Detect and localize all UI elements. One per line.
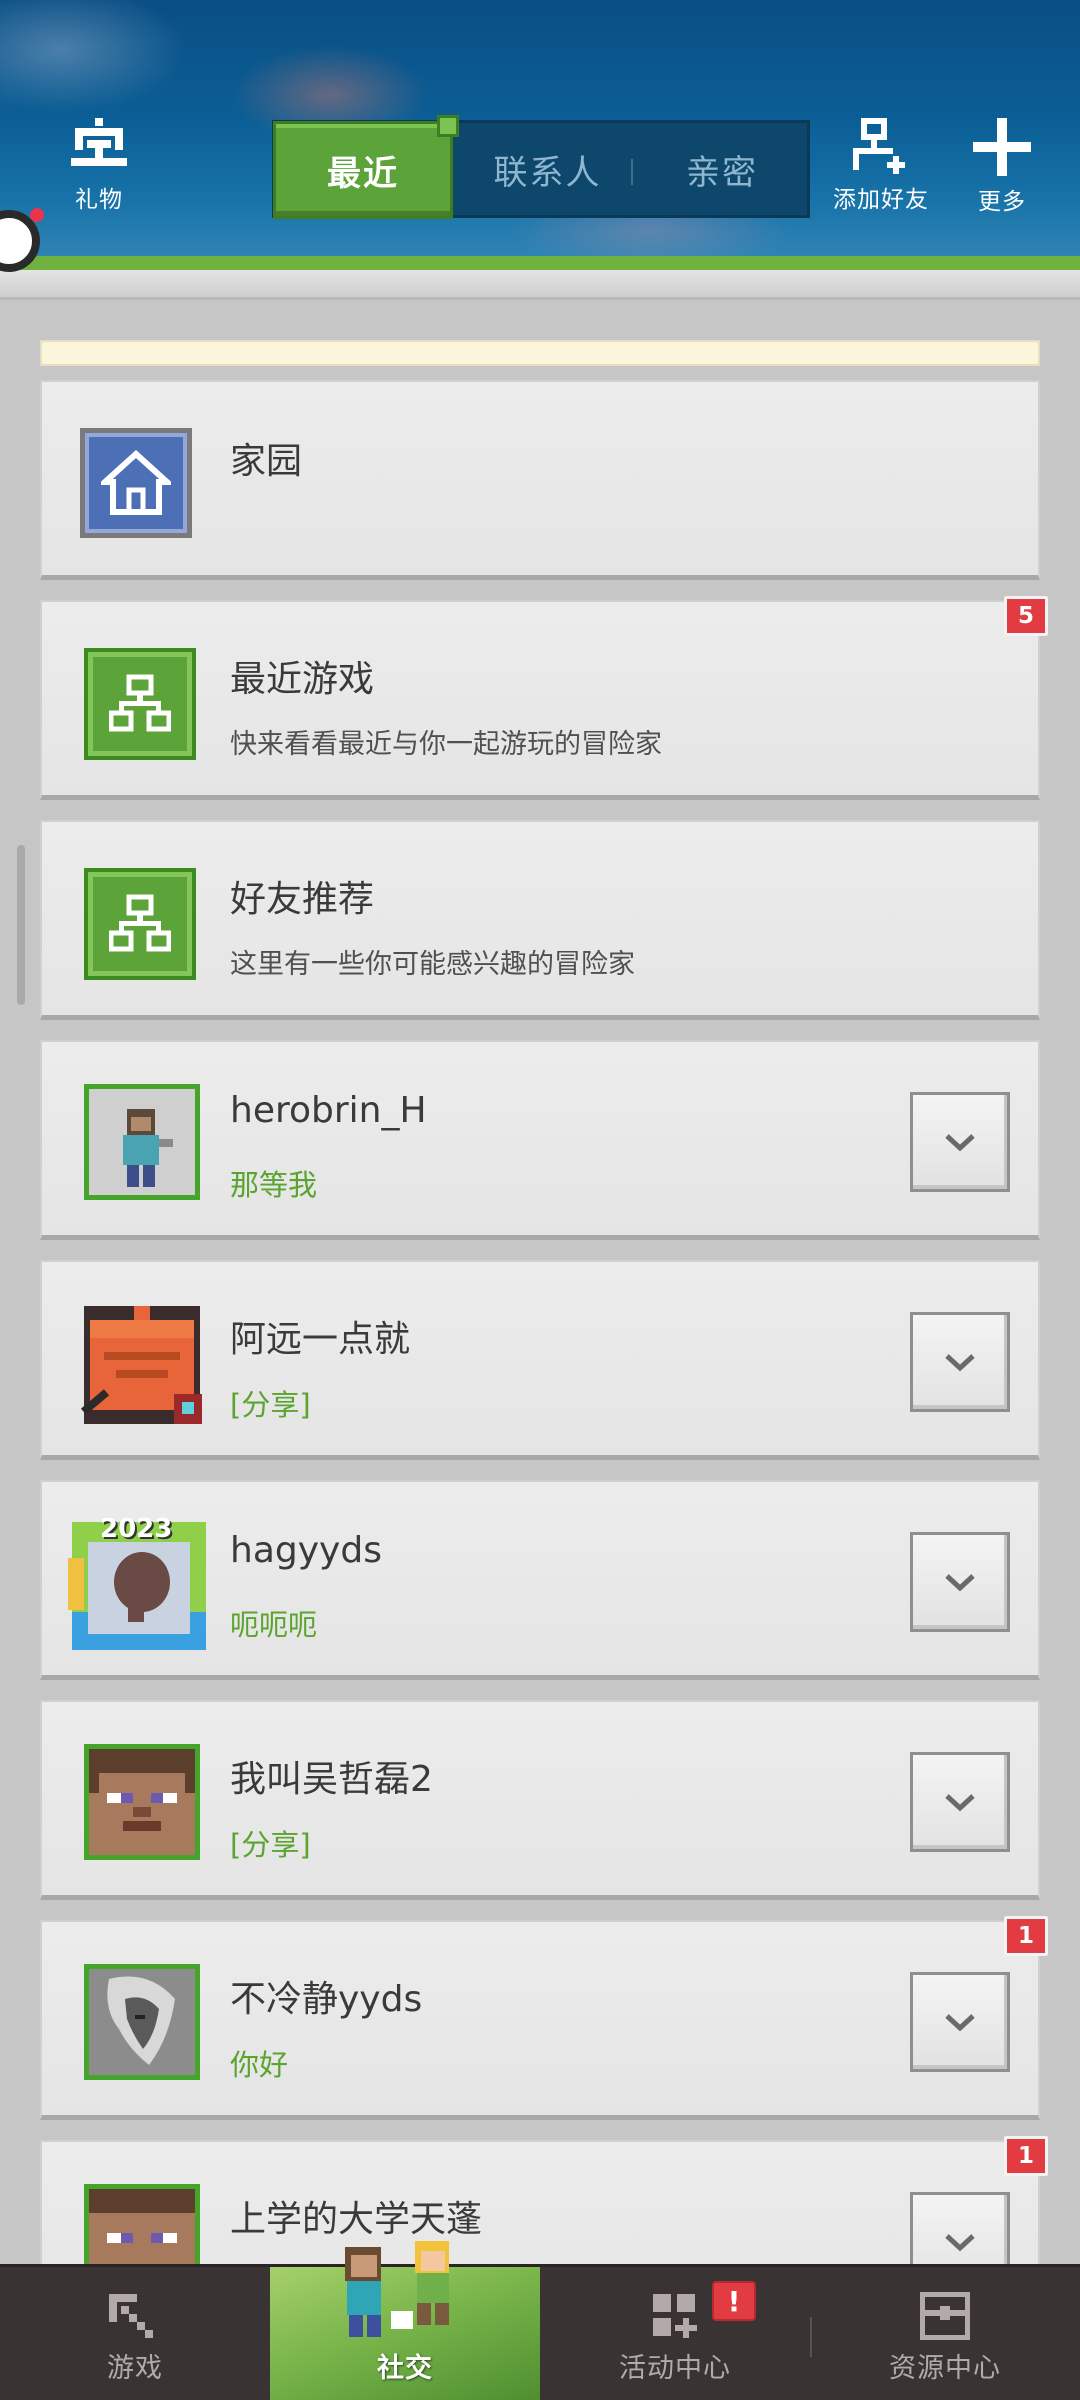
nav-social[interactable]: 社交 — [270, 2241, 540, 2400]
notice-bar[interactable] — [40, 340, 1040, 366]
bottom-navigation: 游戏 社交 活动中心 ! 资源中心 — [0, 2241, 1080, 2400]
friend-name: herobrin_H — [230, 1090, 427, 1131]
nav-social-label: 社交 — [377, 2353, 433, 2384]
tab-recent-label: 最近 — [327, 153, 399, 194]
more-button[interactable]: 更多 — [960, 118, 1044, 216]
tab-divider — [631, 159, 633, 185]
friend-name: 阿远一点就 — [230, 1319, 411, 1360]
add-friend-button[interactable]: 添加好友 — [826, 118, 936, 214]
pickaxe-icon — [109, 2294, 153, 2338]
friend-recommend-subtitle: 这里有一些你可能感兴趣的冒险家 — [230, 949, 635, 980]
nav-game-label: 游戏 — [107, 2353, 163, 2384]
notification-dot — [30, 208, 44, 222]
gift-label: 礼物 — [75, 187, 123, 213]
header-gray-strip — [0, 270, 1080, 300]
friend-recommend-title: 好友推荐 — [230, 879, 375, 920]
tab-recent[interactable]: 最近 — [273, 121, 453, 219]
chevron-down-icon — [945, 2014, 975, 2032]
unread-badge: 5 — [1004, 596, 1048, 636]
recent-games-entry[interactable]: 最近游戏 快来看看最近与你一起游玩的冒险家 5 — [40, 596, 1048, 800]
friend-last-message: 那等我 — [230, 1168, 318, 1202]
avatar-frame-year: 2023 — [100, 1514, 173, 1544]
tab-contacts-label: 联系人 — [493, 152, 602, 193]
friend-item[interactable]: 2023 hagyyds 呃呃呃 — [40, 1480, 1040, 1680]
friend-name: 不冷静yyds — [230, 1979, 423, 2020]
friend-last-message: [分享] — [230, 1388, 311, 1422]
friend-item[interactable]: 阿远一点就 [分享] — [40, 1260, 1040, 1460]
recent-games-title: 最近游戏 — [230, 659, 375, 700]
expand-button[interactable] — [910, 1972, 1010, 2072]
friend-name: hagyyds — [230, 1530, 382, 1571]
nav-resource-label: 资源中心 — [889, 2353, 1001, 2384]
chevron-down-icon — [945, 1574, 975, 1592]
network-icon — [84, 648, 196, 760]
tab-intimate[interactable]: 亲密 — [637, 123, 807, 215]
friend-item[interactable]: 我叫吴哲磊2 [分享] — [40, 1700, 1040, 1900]
avatar[interactable] — [80, 1306, 202, 1428]
friend-last-message: 你好 — [230, 2048, 289, 2082]
chevron-down-icon — [945, 2234, 975, 2252]
nav-activity-label: 活动中心 — [619, 2353, 731, 2384]
avatar[interactable]: 2023 — [68, 1512, 210, 1654]
chevron-down-icon — [945, 1134, 975, 1152]
add-friend-label: 添加好友 — [833, 187, 929, 213]
expand-button[interactable] — [910, 1312, 1010, 1412]
more-label: 更多 — [978, 189, 1026, 215]
friend-last-message: [分享] — [230, 1828, 311, 1862]
chest-icon — [920, 2292, 970, 2340]
recent-games-subtitle: 快来看看最近与你一起游玩的冒险家 — [230, 729, 662, 760]
friend-recommend-entry[interactable]: 好友推荐 这里有一些你可能感兴趣的冒险家 — [40, 820, 1040, 1020]
scrollbar[interactable] — [17, 845, 25, 1005]
add-friend-icon — [853, 118, 905, 174]
friend-tabs: 最近 联系人 亲密 — [272, 115, 810, 219]
expand-button[interactable] — [910, 1752, 1010, 1852]
friend-last-message: 呃呃呃 — [230, 1608, 318, 1642]
home-icon — [80, 428, 192, 538]
avatar[interactable] — [84, 1964, 200, 2080]
social-characters-icon — [345, 2241, 449, 2337]
unread-badge: 1 — [1004, 1916, 1048, 1956]
gift-icon — [71, 118, 127, 166]
top-header: 礼物 最近 联系人 亲密 添加好友 更多 — [0, 0, 1080, 262]
avatar[interactable] — [84, 1084, 200, 1200]
activity-grid-icon — [653, 2294, 697, 2338]
plus-icon — [973, 118, 1031, 176]
tab-contacts[interactable]: 联系人 — [460, 123, 635, 215]
chevron-down-icon — [945, 1354, 975, 1372]
tab-intimate-label: 亲密 — [686, 152, 758, 193]
friend-name: 上学的大学天蓬 — [230, 2199, 483, 2240]
tab-corner-decoration — [437, 115, 459, 137]
unread-badge: 1 — [1004, 2136, 1048, 2176]
friend-item[interactable]: 不冷静yyds 你好 1 — [40, 1916, 1048, 2120]
activity-alert-badge: ! — [712, 2281, 756, 2321]
nav-activity-center[interactable]: 活动中心 — [540, 2267, 810, 2400]
home-entry[interactable]: 家园 — [40, 380, 1040, 580]
chevron-down-icon — [945, 1794, 975, 1812]
friend-item[interactable]: herobrin_H 那等我 — [40, 1040, 1040, 1240]
header-green-strip — [0, 256, 1080, 270]
expand-button[interactable] — [910, 1532, 1010, 1632]
expand-button[interactable] — [910, 1092, 1010, 1192]
home-title: 家园 — [230, 441, 303, 482]
avatar[interactable] — [84, 1744, 200, 1860]
gift-button[interactable]: 礼物 — [58, 118, 140, 214]
network-icon — [84, 868, 196, 980]
nav-game[interactable]: 游戏 — [0, 2267, 270, 2400]
friend-name: 我叫吴哲磊2 — [230, 1759, 433, 1800]
nav-resource-center[interactable]: 资源中心 — [810, 2267, 1080, 2400]
